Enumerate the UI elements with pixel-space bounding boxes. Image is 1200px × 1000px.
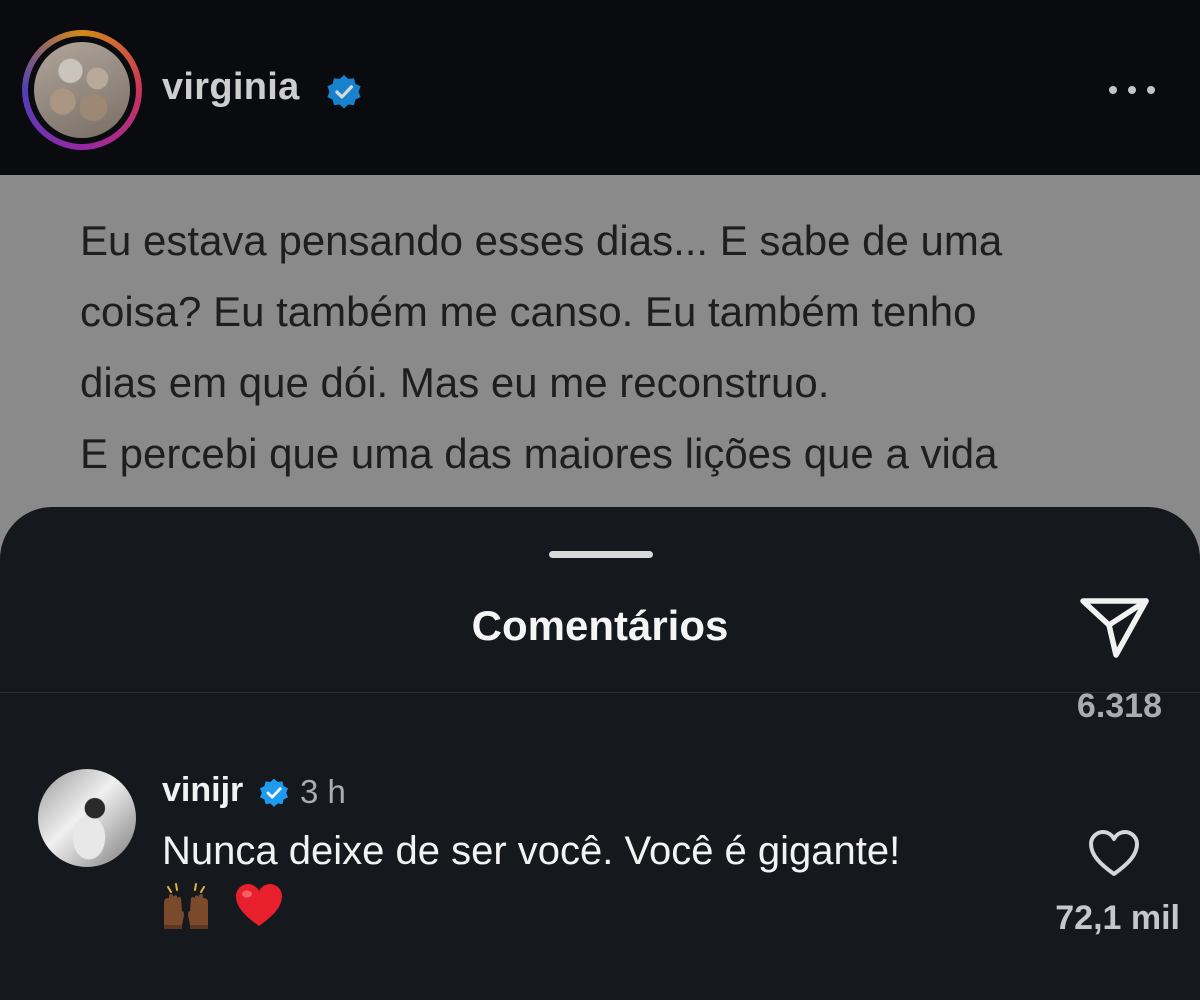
red-heart-emoji-icon bbox=[236, 884, 283, 927]
previous-comment-like-count: 6.318 bbox=[1076, 687, 1162, 725]
post-header: virginia bbox=[0, 0, 1200, 175]
sheet-divider bbox=[0, 692, 1200, 693]
commenter-username[interactable]: vinijr bbox=[162, 771, 243, 810]
comment-like-count: 72,1 mil bbox=[1055, 899, 1180, 937]
comment-emoji-row bbox=[160, 881, 285, 930]
instagram-post-screen: virginia Eu estava pensando esses dias..… bbox=[0, 0, 1200, 1000]
more-options-icon[interactable] bbox=[1104, 78, 1160, 102]
comments-sheet: Comentários 6.318 vinijr 3 h Nunca deixe… bbox=[0, 507, 1200, 1000]
comments-title: Comentários bbox=[471, 602, 729, 649]
raised-hands-emoji-icon bbox=[164, 883, 208, 930]
author-username[interactable]: virginia bbox=[162, 66, 300, 109]
verified-badge-icon bbox=[327, 74, 361, 109]
heart-like-icon[interactable] bbox=[1086, 827, 1142, 879]
share-icon[interactable] bbox=[1078, 595, 1152, 661]
author-avatar-photo bbox=[34, 42, 130, 138]
sheet-drag-handle[interactable] bbox=[549, 551, 653, 558]
commenter-avatar[interactable] bbox=[38, 769, 136, 867]
comment-timestamp: 3 h bbox=[300, 773, 346, 810]
comment-text: Nunca deixe de ser você. Você é gigante! bbox=[162, 829, 901, 873]
verified-badge-icon bbox=[260, 778, 288, 807]
author-avatar[interactable] bbox=[22, 30, 142, 150]
